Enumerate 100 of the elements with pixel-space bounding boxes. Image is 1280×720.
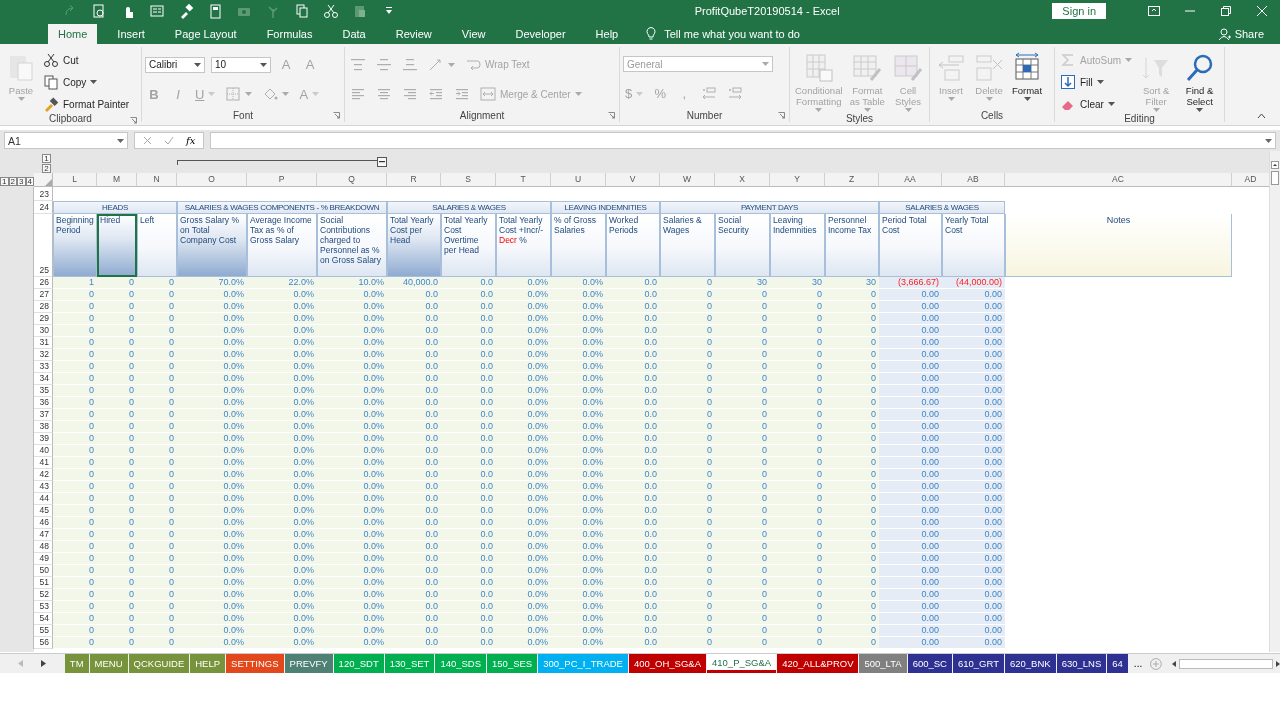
row-header[interactable]: 26 — [34, 277, 53, 289]
column-header[interactable]: Q — [317, 173, 387, 187]
column-heading[interactable]: Leaving Indemnities — [770, 214, 825, 277]
ribbon-tab[interactable]: Data — [332, 24, 376, 44]
column-heading[interactable]: Salaries & Wages — [660, 214, 715, 277]
restore-icon[interactable] — [1220, 6, 1232, 16]
column-header[interactable]: P — [247, 173, 317, 187]
row-header[interactable]: 43 — [34, 481, 53, 493]
ribbon-tab[interactable]: Developer — [505, 24, 576, 44]
scissors-icon[interactable] — [323, 3, 339, 19]
combo-field[interactable]: Calibri — [145, 56, 205, 73]
formula-field[interactable] — [210, 132, 1276, 149]
row-header[interactable]: 47 — [34, 529, 53, 541]
row-header[interactable]: 48 — [34, 541, 53, 553]
ribbon-button[interactable]: Format Painter — [41, 95, 132, 113]
column-header[interactable]: S — [441, 173, 496, 187]
row-header[interactable]: 56 — [34, 637, 53, 649]
sheet-tab[interactable]: 64 — [1107, 654, 1128, 673]
tell-me-field[interactable]: Tell me what you want to do — [664, 28, 800, 40]
dialog-launcher-icon[interactable] — [333, 112, 340, 119]
column-header[interactable]: V — [606, 173, 660, 187]
ribbon-button[interactable]: Clear — [1058, 95, 1117, 113]
outline-level-button[interactable]: 1 — [0, 177, 9, 186]
ribbon-tab[interactable]: Review — [385, 24, 442, 44]
column-header[interactable]: R — [387, 173, 441, 187]
row-header[interactable]: 46 — [34, 517, 53, 529]
ribbon-button[interactable]: Cut — [41, 51, 81, 69]
scroll-up-icon[interactable] — [1271, 161, 1279, 169]
sheet-tab[interactable]: 410_P_SG&A — [707, 654, 777, 673]
row-header[interactable]: 44 — [34, 493, 53, 505]
row-header[interactable]: 41 — [34, 457, 53, 469]
ribbon-button[interactable]: Copy — [41, 73, 100, 91]
vertical-scrollbar[interactable] — [1269, 151, 1280, 652]
row-header[interactable]: 28 — [34, 301, 53, 313]
row-header[interactable]: 36 — [34, 397, 53, 409]
sheet-tab[interactable]: SETTINGS — [226, 654, 284, 673]
column-heading[interactable]: Gross Salary % on Total Company Cost — [177, 214, 247, 277]
row-header[interactable]: 38 — [34, 421, 53, 433]
notes-heading[interactable]: Notes — [1005, 214, 1232, 277]
row-header[interactable]: 52 — [34, 589, 53, 601]
collapse-button[interactable] — [377, 157, 387, 167]
row-header[interactable]: 45 — [34, 505, 53, 517]
ribbon-tab[interactable]: Insert — [107, 24, 155, 44]
dialog-launcher-icon[interactable] — [130, 117, 137, 124]
ribbon-tab[interactable]: Help — [585, 24, 629, 44]
column-heading[interactable]: Average Income Tax as % of Gross Salary — [247, 214, 317, 277]
column-heading[interactable]: Total Yearly Cost per Head — [387, 214, 441, 277]
row-header[interactable]: 30 — [34, 325, 53, 337]
column-heading[interactable]: Beginning Period — [53, 214, 97, 277]
column-header[interactable]: AC — [1005, 173, 1232, 187]
sign-in-button[interactable]: Sign in — [1052, 3, 1106, 19]
row-header[interactable]: 31 — [34, 337, 53, 349]
column-header[interactable]: M — [97, 173, 137, 187]
dialog-launcher-icon[interactable] — [608, 112, 615, 119]
outline-level-button[interactable]: 3 — [17, 177, 26, 186]
column-header[interactable]: AD — [1232, 173, 1269, 187]
row-header[interactable]: 51 — [34, 577, 53, 589]
row-header[interactable]: 50 — [34, 565, 53, 577]
sheet-tab[interactable]: 630_LNS — [1056, 654, 1107, 673]
outline-level-button[interactable]: 1 — [42, 154, 51, 163]
row-header[interactable]: 39 — [34, 433, 53, 445]
column-header[interactable]: O — [177, 173, 247, 187]
name-box[interactable]: A1 — [4, 132, 128, 149]
scroll-left-icon[interactable] — [1172, 660, 1176, 667]
column-header[interactable]: AB — [942, 173, 1005, 187]
row-header[interactable]: 25 — [34, 214, 53, 277]
more-tabs-button[interactable]: ... — [1133, 658, 1143, 669]
row-header[interactable]: 33 — [34, 361, 53, 373]
row-header[interactable]: 49 — [34, 553, 53, 565]
column-heading[interactable]: Total Yearly Cost Overtime per Head — [441, 214, 496, 277]
column-header[interactable]: AA — [879, 173, 942, 187]
scroll-right-icon[interactable] — [1276, 660, 1280, 667]
clipboard-icon[interactable] — [352, 3, 368, 19]
sheet-tab[interactable]: 420_ALL&PROV — [777, 654, 859, 673]
check-icon[interactable] — [164, 136, 174, 145]
plant-icon[interactable] — [265, 3, 281, 19]
add-sheet-icon[interactable] — [1150, 657, 1162, 670]
ribbon-tab[interactable]: View — [451, 24, 496, 44]
row-header[interactable]: 42 — [34, 469, 53, 481]
column-heading[interactable]: Social Security — [715, 214, 770, 277]
column-header[interactable]: X — [715, 173, 770, 187]
copy-icon[interactable] — [294, 3, 310, 19]
column-heading[interactable]: Left — [137, 214, 177, 277]
sheet-tab[interactable]: 620_BNK — [1005, 654, 1056, 673]
row-header[interactable]: 23 — [34, 187, 53, 201]
sheet-tab[interactable]: 500_LTA — [859, 654, 907, 673]
row-header[interactable]: 37 — [34, 409, 53, 421]
column-heading[interactable]: Personnel Income Tax — [825, 214, 879, 277]
column-heading[interactable]: Total Yearly Cost +Incr/- Decr % — [496, 214, 551, 277]
row-header[interactable]: 40 — [34, 445, 53, 457]
row-header[interactable]: 35 — [34, 385, 53, 397]
column-header[interactable]: U — [551, 173, 606, 187]
dialog-launcher-icon[interactable] — [778, 112, 785, 119]
combo-field[interactable]: 10 — [211, 56, 271, 73]
row-header[interactable]: 32 — [34, 349, 53, 361]
column-header[interactable]: T — [496, 173, 551, 187]
ribbon-display-icon[interactable] — [1148, 6, 1160, 16]
print-preview-icon[interactable] — [91, 3, 107, 19]
row-header[interactable]: 27 — [34, 289, 53, 301]
column-heading[interactable]: Period Total Cost — [879, 214, 942, 277]
